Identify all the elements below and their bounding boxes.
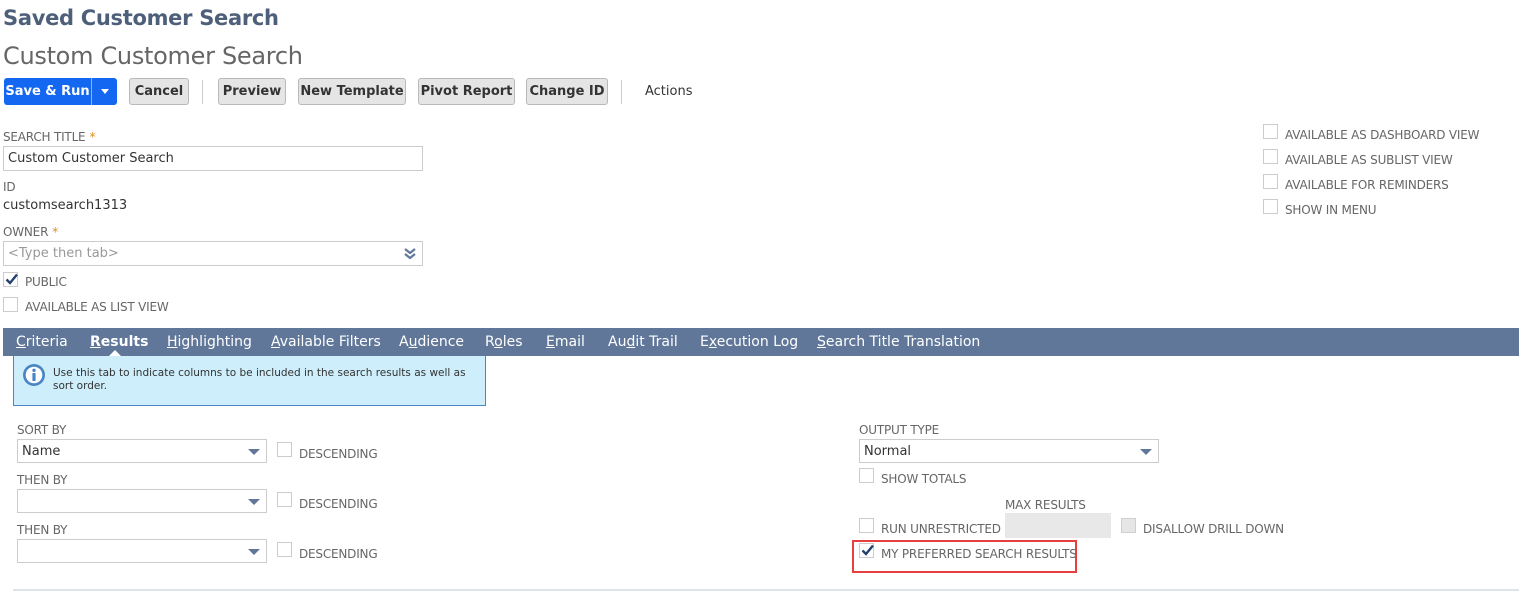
dropdown-arrow-icon	[248, 449, 260, 455]
annotation-highlight-box	[852, 540, 1077, 573]
show-in-menu-label: Show in Menu	[1285, 203, 1377, 217]
then-by-1-descending-checkbox[interactable]	[277, 492, 292, 507]
tab-execution-log[interactable]: Execution Log	[700, 334, 798, 350]
info-message-box: Use this tab to indicate columns to be i…	[13, 356, 486, 406]
checkmark-icon	[5, 273, 18, 285]
available-for-reminders-label: Available for Reminders	[1285, 178, 1449, 192]
tab-roles[interactable]: Roles	[485, 334, 522, 350]
available-as-sublist-view-label: Available as Sublist View	[1285, 153, 1453, 167]
output-type-select[interactable]: Normal	[859, 439, 1159, 463]
show-in-menu-checkbox[interactable]	[1263, 199, 1278, 214]
id-value: customsearch1313	[3, 198, 128, 213]
available-as-dashboard-view-checkbox[interactable]	[1263, 124, 1278, 139]
sort-by-select[interactable]: Name	[17, 439, 267, 463]
then-by-1-descending-label: Descending	[299, 497, 378, 511]
record-type-title: Saved Customer Search	[3, 6, 279, 30]
tab-results[interactable]: Results	[90, 334, 148, 350]
actions-menu[interactable]: Actions	[645, 84, 693, 99]
record-name-title: Custom Customer Search	[3, 42, 303, 70]
tab-highlighting[interactable]: Highlighting	[167, 334, 252, 350]
then-by-2-descending-checkbox[interactable]	[277, 542, 292, 557]
info-icon	[23, 364, 45, 386]
then-by-select-1[interactable]	[17, 489, 267, 513]
required-mark: *	[52, 225, 59, 239]
change-id-button[interactable]: Change ID	[526, 78, 608, 105]
double-chevron-down-icon[interactable]	[404, 248, 416, 260]
caret-down-icon	[100, 89, 109, 94]
new-template-button[interactable]: New Template	[298, 78, 406, 105]
sort-by-label: Sort By	[17, 423, 67, 437]
dropdown-arrow-icon	[248, 499, 260, 505]
owner-label: Owner *	[3, 225, 59, 239]
search-title-input[interactable]: Custom Customer Search	[3, 146, 423, 171]
tab-criteria[interactable]: Criteria	[16, 334, 68, 350]
tab-search-title-translation[interactable]: Search Title Translation	[817, 334, 980, 350]
disallow-drill-down-checkbox[interactable]	[1121, 518, 1136, 533]
dropdown-arrow-icon	[1140, 449, 1152, 455]
available-as-dashboard-view-label: Available as Dashboard View	[1285, 128, 1480, 142]
required-mark: *	[89, 130, 96, 144]
then-by-label: Then By	[17, 473, 68, 487]
available-as-sublist-view-checkbox[interactable]	[1263, 149, 1278, 164]
show-totals-checkbox[interactable]	[859, 468, 874, 483]
run-unrestricted-checkbox[interactable]	[859, 518, 874, 533]
sort-by-descending-label: Descending	[299, 447, 378, 461]
toolbar-divider	[202, 80, 203, 104]
available-as-list-view-checkbox[interactable]	[3, 297, 18, 312]
save-run-button[interactable]: Save & Run	[4, 78, 91, 105]
available-as-list-view-label: Available as List View	[25, 300, 169, 314]
id-label: ID	[3, 180, 16, 194]
then-by-label: Then By	[17, 523, 68, 537]
dropdown-arrow-icon	[248, 549, 260, 555]
then-by-2-descending-label: Descending	[299, 547, 378, 561]
tab-audit-trail[interactable]: Audit Trail	[608, 334, 678, 350]
public-checkbox[interactable]	[3, 272, 18, 287]
show-totals-label: Show Totals	[881, 472, 967, 486]
info-message-text: Use this tab to indicate columns to be i…	[53, 367, 466, 392]
save-run-button-group: Save & Run	[4, 78, 117, 105]
cancel-button[interactable]: Cancel	[129, 78, 189, 105]
tab-available-filters[interactable]: Available Filters	[271, 334, 381, 350]
run-unrestricted-label: Run Unrestricted	[881, 522, 1001, 536]
public-label: Public	[25, 275, 67, 289]
output-type-label: Output Type	[859, 423, 940, 437]
preview-button[interactable]: Preview	[218, 78, 286, 105]
then-by-select-2[interactable]	[17, 539, 267, 563]
disallow-drill-down-label: Disallow Drill Down	[1143, 522, 1284, 536]
max-results-input[interactable]	[1005, 513, 1111, 538]
tab-email[interactable]: Email	[546, 334, 585, 350]
available-for-reminders-checkbox[interactable]	[1263, 174, 1278, 189]
sort-by-descending-checkbox[interactable]	[277, 442, 292, 457]
search-title-label: Search Title *	[3, 130, 96, 144]
subtab-bar: Criteria Results Highlighting Available …	[3, 328, 1519, 356]
tab-audience[interactable]: Audience	[399, 334, 464, 350]
max-results-label: Max Results	[1005, 498, 1086, 512]
owner-input[interactable]: <Type then tab>	[3, 241, 423, 266]
save-run-menu-button[interactable]	[91, 78, 117, 105]
toolbar-divider	[621, 80, 622, 104]
pivot-report-button[interactable]: Pivot Report	[418, 78, 515, 105]
